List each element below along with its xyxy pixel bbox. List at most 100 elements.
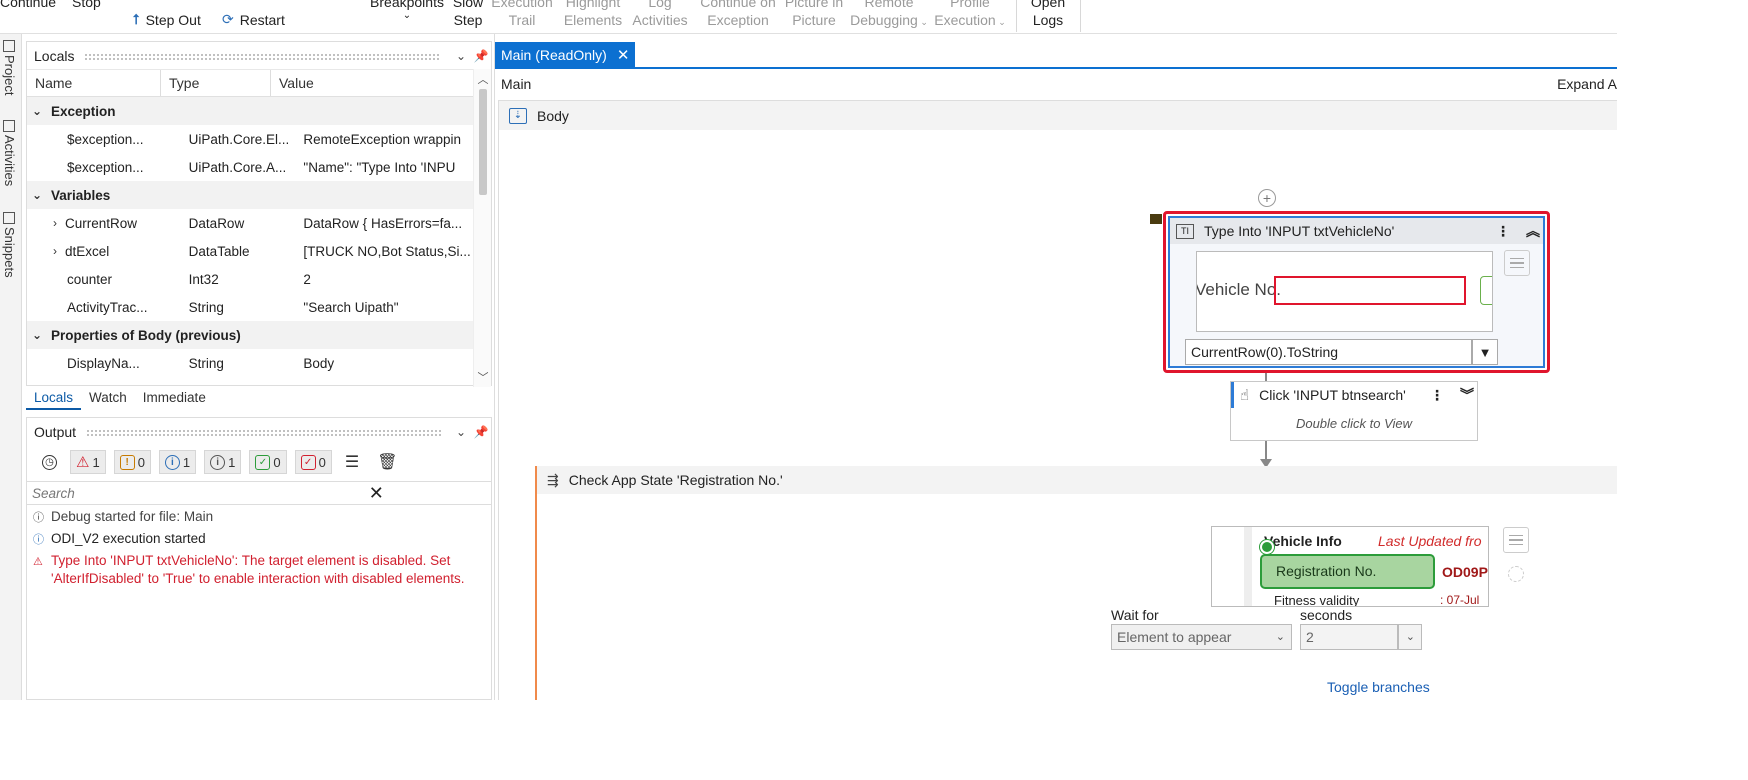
pin-icon[interactable]: 📌	[471, 425, 491, 439]
output-search[interactable]: Search ✕	[27, 481, 491, 505]
output-title-bar: Output ⌄ 📌	[27, 418, 491, 446]
breakpoints-button[interactable]: Breakpoints ⌄	[370, 0, 444, 21]
table-row[interactable]: counter Int32 2	[27, 265, 473, 293]
table-row[interactable]: DisplayNa... String Body	[27, 349, 473, 377]
column-header-type[interactable]: Type	[161, 70, 271, 96]
stop-button[interactable]: Stop	[72, 0, 101, 10]
tab-immediate[interactable]: Immediate	[135, 388, 214, 410]
warning-icon: !	[119, 454, 135, 470]
seconds-input[interactable]: 2	[1300, 624, 1398, 650]
chevron-up-icon[interactable]: ︿	[474, 71, 492, 87]
filter-trace[interactable]: i1	[204, 450, 242, 474]
group-exception[interactable]: ⌄ Exception	[27, 97, 473, 125]
table-row[interactable]: › CurrentRow DataRow DataRow { HasErrors…	[27, 209, 473, 237]
clock-icon: ◷	[42, 454, 57, 470]
table-row[interactable]: $exception... UiPath.Core.El... RemoteEx…	[27, 125, 473, 153]
wait-for-dropdown[interactable]: Element to appear ⌄	[1111, 624, 1292, 650]
step-out-button[interactable]: ⭡ Step Out	[133, 11, 201, 28]
click-activity[interactable]: ☝ Click 'INPUT btnsearch' ⋮ ︾ Double cli…	[1230, 381, 1478, 441]
group-properties[interactable]: ⌄ Properties of Body (previous)	[27, 321, 473, 349]
remote-debugging-button[interactable]: Remote Debugging ⌄	[848, 0, 930, 31]
drag-grip[interactable]	[84, 52, 441, 60]
target-menu-icon[interactable]	[1503, 527, 1529, 553]
tab-watch[interactable]: Watch	[81, 388, 135, 410]
more-options-icon[interactable]: ⋮	[1493, 223, 1513, 240]
table-row[interactable]: ActivityTrac... String "Search Uipath"	[27, 293, 473, 321]
add-activity-icon[interactable]: +	[1258, 189, 1276, 207]
seconds-options-button[interactable]: ⌄	[1398, 624, 1422, 650]
tab-locals[interactable]: Locals	[26, 388, 82, 410]
timestamp-toggle[interactable]: ◷	[37, 450, 62, 474]
type-into-header[interactable]: TI Type Into 'INPUT txtVehicleNo' ⋮ ︽	[1170, 218, 1543, 244]
close-icon[interactable]: ✕	[262, 483, 492, 504]
collapse-icon[interactable]: ︽	[1523, 221, 1543, 241]
snippets-tab[interactable]: Snippets	[2, 212, 17, 278]
column-header-value[interactable]: Value	[271, 70, 473, 96]
pin-icon[interactable]: 📌	[471, 49, 491, 63]
execution-trail-button[interactable]: Execution Trail	[490, 0, 554, 29]
designer-canvas[interactable]: ⇣ Body + TI Type Into 'INPUT txtVehicleN…	[498, 100, 1617, 700]
slow-step-button[interactable]: Slow Step	[448, 0, 488, 29]
continue-button[interactable]: Continue	[0, 0, 56, 10]
chevron-down-icon[interactable]: ⌄	[27, 104, 47, 118]
toggle-branches-link[interactable]: Toggle branches	[1327, 679, 1430, 695]
chevron-down-icon[interactable]: ⌄	[451, 425, 471, 439]
search-input[interactable]: Search	[32, 486, 262, 501]
locals-scrollbar[interactable]: ︿ ﹀	[473, 69, 491, 387]
profile-execution-button[interactable]: Profile Execution ⌄	[930, 0, 1010, 31]
filter-warnings[interactable]: ! 0	[113, 450, 151, 474]
log-line[interactable]: ⓘ ODI_V2 execution started	[27, 527, 491, 549]
filter-failed[interactable]: ✓ 0	[294, 450, 332, 474]
scrollbar-thumb[interactable]	[479, 89, 487, 195]
click-header[interactable]: ☝ Click 'INPUT btnsearch' ⋮ ︾	[1231, 382, 1477, 408]
chevron-down-icon[interactable]: ⌄	[27, 328, 47, 342]
log-activities-button[interactable]: Log Activities	[628, 0, 692, 29]
highlight-elements-button[interactable]: Highlight Elements	[560, 0, 626, 29]
table-row[interactable]: $exception... UiPath.Core.A... "Name": "…	[27, 153, 473, 181]
log-line[interactable]: ⓘ Debug started for file: Main	[27, 505, 491, 527]
clear-button[interactable]: 🗑	[372, 450, 402, 474]
chevron-down-icon[interactable]: ⌄	[451, 49, 471, 63]
type-into-activity[interactable]: TI Type Into 'INPUT txtVehicleNo' ⋮ ︽ Ve…	[1163, 211, 1550, 373]
output-toolbar: ◷ ⚠ 1 ! 0 i1 i1 ✓ 0 ✓ 0 ☰ 🗑	[27, 446, 491, 478]
open-logs-button[interactable]: Open Logs	[1025, 0, 1071, 29]
more-options-icon[interactable]: ⋮	[1427, 387, 1447, 404]
drag-grip[interactable]	[86, 428, 441, 436]
expand-icon[interactable]: ︾	[1457, 385, 1477, 405]
chevron-right-icon[interactable]: ›	[27, 244, 65, 258]
chevron-down-icon[interactable]: ﹀	[474, 369, 492, 385]
check-app-state-activity[interactable]: ⇶ Check App State 'Registration No.' Veh…	[535, 466, 1617, 700]
picture-in-picture-button[interactable]: Picture in Picture	[782, 0, 846, 29]
tab-main-readonly[interactable]: Main (ReadOnly) ✕	[495, 42, 636, 68]
sequence-header[interactable]: ⇣ Body	[499, 101, 1617, 130]
filter-errors[interactable]: ⚠ 1	[70, 450, 106, 474]
chevron-down-icon: ⌄	[917, 17, 928, 27]
click-hand-icon: ☝	[1240, 387, 1250, 404]
group-variables[interactable]: ⌄ Variables	[27, 181, 473, 209]
expression-options-button[interactable]: ▼	[1472, 339, 1498, 365]
text-expression-input[interactable]: CurrentRow(0).ToString	[1185, 339, 1472, 365]
expand-all-button[interactable]: Expand A	[1557, 76, 1617, 92]
chevron-down-icon[interactable]: ⌄	[27, 188, 47, 202]
project-tab[interactable]: Project	[2, 40, 17, 95]
type-into-card: TI Type Into 'INPUT txtVehicleNo' ⋮ ︽ Ve…	[1168, 216, 1545, 368]
column-header-name[interactable]: Name	[27, 70, 161, 96]
breakpoint-flag-icon[interactable]	[1150, 214, 1162, 224]
restart-button[interactable]: ⟳ Restart	[222, 11, 285, 28]
chevron-down-icon: ⌄	[402, 10, 412, 21]
log-line-error[interactable]: ⚠ Type Into 'INPUT txtVehicleNo': The ta…	[27, 549, 491, 588]
target-menu-icon[interactable]	[1504, 250, 1530, 276]
sort-button[interactable]: ☰	[340, 450, 364, 474]
filter-success[interactable]: ✓ 0	[249, 450, 287, 474]
activities-tab[interactable]: Activities	[2, 120, 17, 186]
chevron-down-icon: ⌄	[1275, 631, 1285, 643]
chevron-right-icon[interactable]: ›	[27, 216, 65, 230]
close-icon[interactable]: ✕	[617, 46, 630, 64]
filter-info[interactable]: i1	[158, 450, 197, 474]
check-app-state-header[interactable]: ⇶ Check App State 'Registration No.'	[537, 466, 1617, 494]
table-row[interactable]: › dtExcel DataTable [TRUCK NO,Bot Status…	[27, 237, 473, 265]
continue-on-exception-button[interactable]: Continue on Exception	[694, 0, 782, 29]
connector	[1265, 373, 1267, 381]
indicate-target-icon[interactable]	[1508, 566, 1524, 582]
breadcrumb[interactable]: Main	[501, 76, 531, 92]
